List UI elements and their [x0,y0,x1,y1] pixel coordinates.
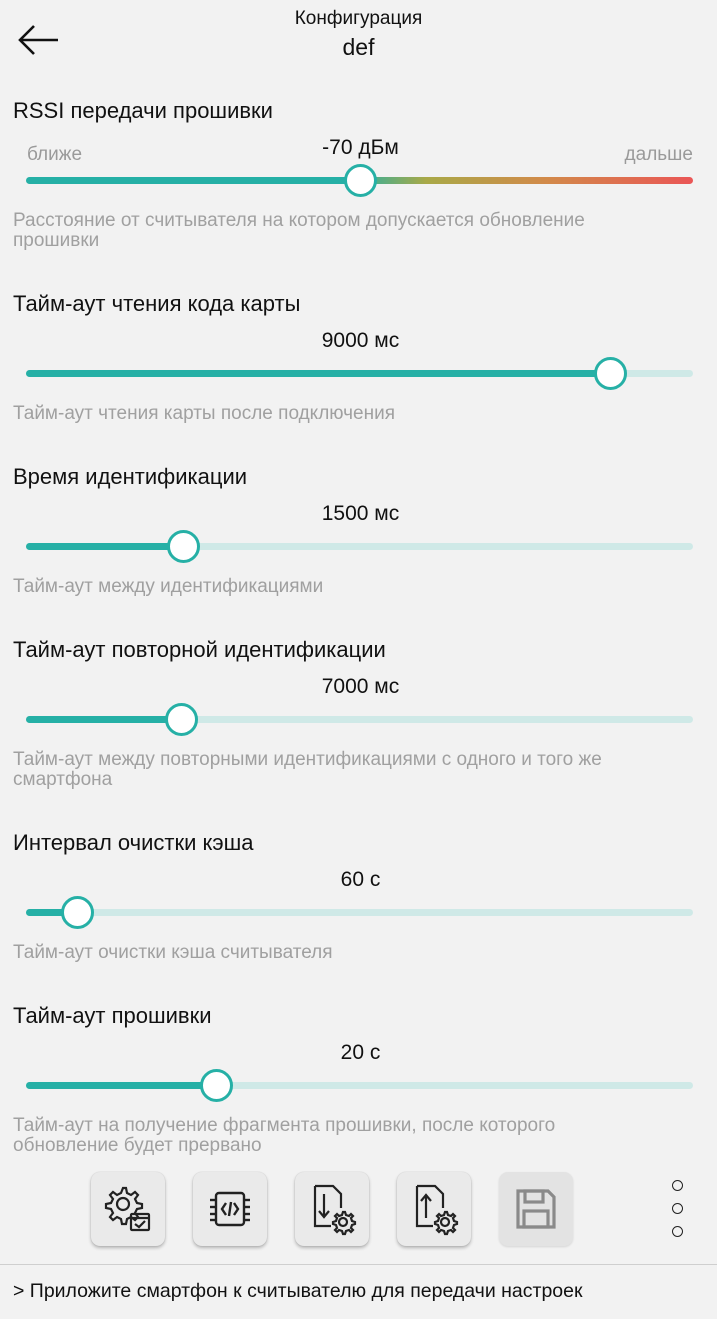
setting-value: 60 с [340,868,381,891]
firmware-button[interactable] [193,1172,267,1246]
setting-description: Тайм-аут на получение фрагмента прошивки… [13,1115,556,1156]
slider-thumb[interactable] [593,357,627,390]
slider-fill [26,716,182,723]
firmware-timeout-slider[interactable] [26,1069,693,1102]
config-name: def [342,34,375,60]
repeat-identification-slider[interactable] [26,703,693,736]
read-settings-button[interactable] [295,1172,369,1246]
apply-settings-button[interactable] [91,1172,165,1246]
chip-code-icon [210,1191,250,1227]
setting-value: -70 дБм [322,136,399,159]
slider-fill [26,543,184,550]
card-read-timeout-slider[interactable] [26,357,693,390]
setting-value: 7000 мс [321,675,400,698]
setting-value: 9000 мс [321,329,400,352]
slider-thumb[interactable] [165,703,199,736]
app-header: Конфигурация def [0,0,717,80]
rssi-slider[interactable] [26,164,693,197]
slider-thumb[interactable] [200,1069,234,1102]
hint-farther: дальше [624,144,693,165]
more-options-button[interactable] [668,1180,688,1240]
setting-title: Интервал очистки кэша [13,830,254,855]
save-icon [516,1189,556,1229]
bottom-toolbar [0,1170,717,1250]
setting-description: Тайм-аут между идентификациями [13,576,324,597]
write-settings-button[interactable] [397,1172,471,1246]
setting-description: Тайм-аут чтения карты после подключения [13,403,395,424]
slider-fill [26,370,610,377]
status-message: > Приложите смартфон к считывателю для п… [13,1280,583,1302]
slider-thumb[interactable] [343,164,377,197]
setting-title: RSSI передачи прошивки [13,98,273,123]
slider-thumb[interactable] [60,896,94,929]
setting-title: Тайм-аут повторной идентификации [13,637,386,662]
cache-clear-slider[interactable] [26,896,693,929]
setting-value: 1500 мс [321,502,400,525]
status-divider [0,1264,717,1265]
setting-description: Тайм-аут очистки кэша считывателя [13,942,333,963]
page-title: Конфигурация [294,8,423,29]
setting-title: Тайм-аут прошивки [13,1003,212,1028]
save-button[interactable] [499,1172,573,1246]
upload-settings-icon [415,1184,459,1236]
setting-title: Время идентификации [13,464,248,489]
setting-description: Расстояние от считывателя на котором доп… [13,210,585,251]
slider-fill [26,1082,217,1089]
identification-time-slider[interactable] [26,530,693,563]
setting-title: Тайм-аут чтения кода карты [13,291,301,316]
setting-value: 20 с [340,1041,381,1064]
download-settings-icon [313,1184,357,1236]
setting-description: Тайм-аут между повторными идентификациям… [13,749,602,790]
settings-check-icon [104,1186,151,1232]
slider-thumb[interactable] [167,530,201,563]
